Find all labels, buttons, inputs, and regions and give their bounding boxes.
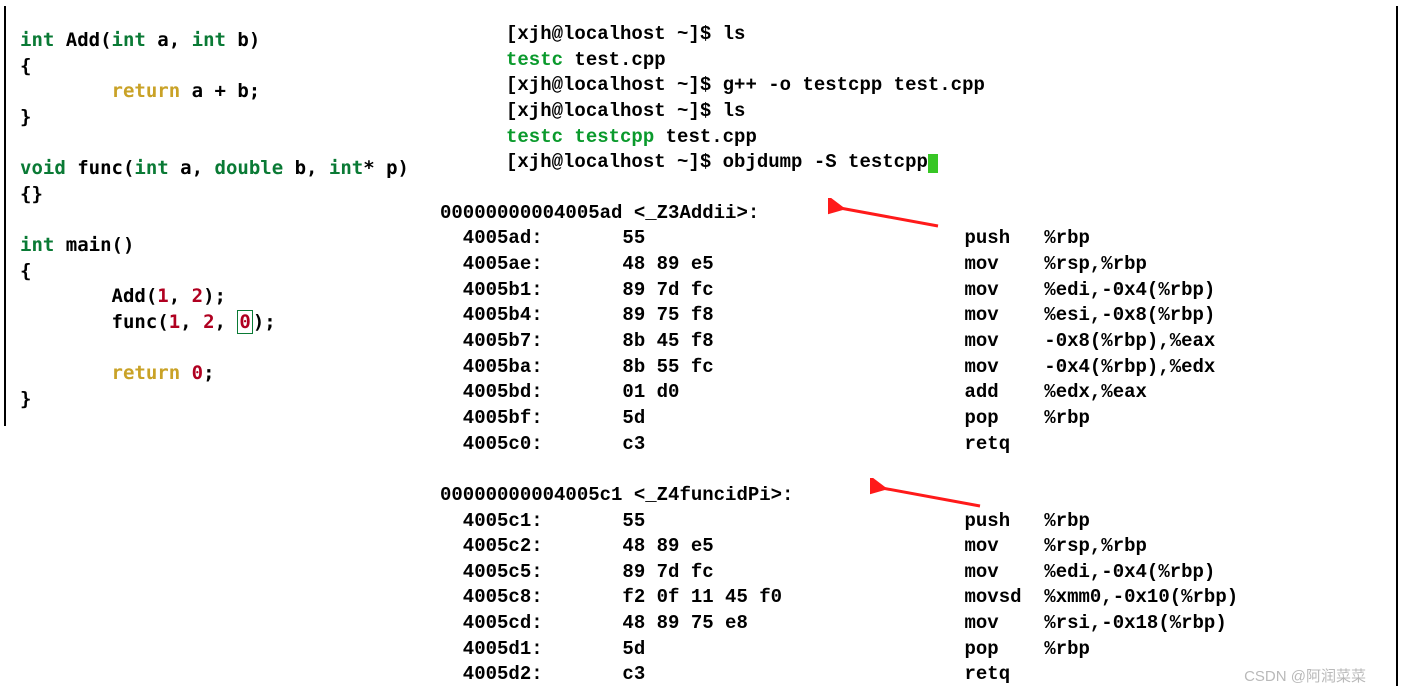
- disasm-row: 4005bd: 01 d0 add %edx,%eax: [440, 380, 1404, 406]
- disasm-row: 4005ad: 55 push %rbp: [440, 226, 1404, 252]
- left-border: [4, 6, 6, 426]
- disasm-row: 4005ba: 8b 55 fc mov -0x4(%rbp),%edx: [440, 355, 1404, 381]
- terminal-line: [xjh@localhost ~]$ objdump -S testcpp: [506, 150, 1404, 176]
- disasm-row: 4005b1: 89 7d fc mov %edi,-0x4(%rbp): [440, 278, 1404, 304]
- disassembly: 00000000004005ad <_Z3Addii>: 4005ad: 55 …: [440, 201, 1404, 688]
- cursor-box: 0: [237, 310, 252, 334]
- disasm-row: 4005d1: 5d pop %rbp: [440, 637, 1404, 663]
- disasm-row: 4005c5: 89 7d fc mov %edi,-0x4(%rbp): [440, 560, 1404, 586]
- exe-file: testc testcpp: [506, 126, 654, 148]
- exe-file: testc: [506, 49, 563, 71]
- watermark: CSDN @阿润菜菜: [1244, 665, 1366, 686]
- right-border: [1396, 6, 1398, 686]
- disasm-section-header: 00000000004005c1 <_Z4funcidPi>:: [440, 483, 1404, 509]
- disasm-row: 4005c1: 55 push %rbp: [440, 509, 1404, 535]
- terminal-line: [xjh@localhost ~]$ ls: [506, 22, 1404, 48]
- terminal-pane: [xjh@localhost ~]$ ls testc test.cpp [xj…: [440, 0, 1404, 694]
- terminal-line: [xjh@localhost ~]$ ls: [506, 99, 1404, 125]
- disasm-section-header: 00000000004005ad <_Z3Addii>:: [440, 201, 1404, 227]
- terminal-line: testc testcpp test.cpp: [506, 125, 1404, 151]
- keyword-return: return: [112, 80, 181, 102]
- source-code: int Add(int a, int b) { return a + b; } …: [20, 28, 440, 413]
- terminal-line: testc test.cpp: [506, 48, 1404, 74]
- disasm-row: 4005b4: 89 75 f8 mov %esi,-0x8(%rbp): [440, 303, 1404, 329]
- disasm-row: 4005bf: 5d pop %rbp: [440, 406, 1404, 432]
- terminal-cursor: [928, 154, 938, 173]
- disasm-row: 4005c2: 48 89 e5 mov %rsp,%rbp: [440, 534, 1404, 560]
- disasm-row: 4005cd: 48 89 75 e8 mov %rsi,-0x18(%rbp): [440, 611, 1404, 637]
- keyword-int: int: [20, 29, 54, 51]
- terminal-session: [xjh@localhost ~]$ ls testc test.cpp [xj…: [440, 22, 1404, 176]
- source-code-pane: int Add(int a, int b) { return a + b; } …: [0, 0, 440, 694]
- disasm-row: 4005c0: c3 retq: [440, 432, 1404, 458]
- disasm-row: 4005ae: 48 89 e5 mov %rsp,%rbp: [440, 252, 1404, 278]
- disasm-row: 4005c8: f2 0f 11 45 f0 movsd %xmm0,-0x10…: [440, 585, 1404, 611]
- disasm-row: 4005b7: 8b 45 f8 mov -0x8(%rbp),%eax: [440, 329, 1404, 355]
- terminal-line: [xjh@localhost ~]$ g++ -o testcpp test.c…: [506, 73, 1404, 99]
